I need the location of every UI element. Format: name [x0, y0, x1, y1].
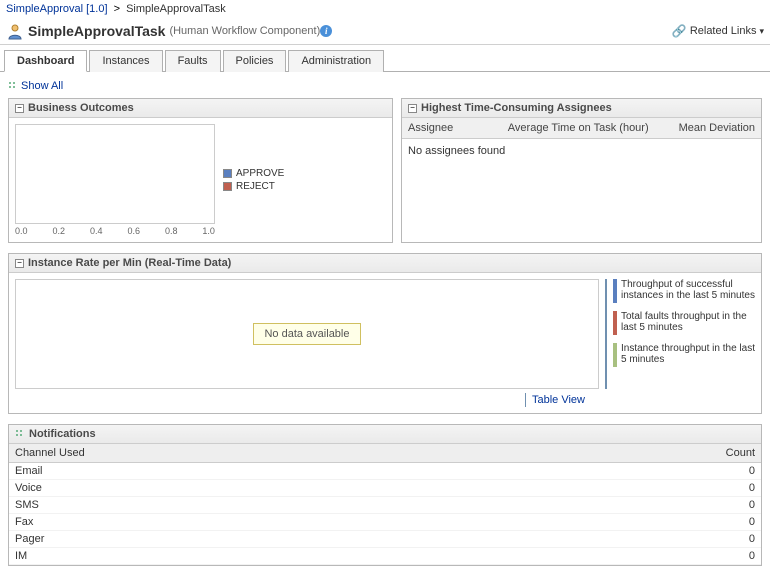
cell-channel: SMS	[9, 497, 508, 514]
page-header: SimpleApprovalTask (Human Workflow Compo…	[0, 18, 770, 45]
cell-count: 0	[508, 531, 761, 548]
breadcrumb-sep: >	[114, 3, 120, 15]
tab-dashboard[interactable]: Dashboard	[4, 50, 87, 72]
cell-channel: Fax	[9, 514, 508, 531]
cell-count: 0	[508, 463, 761, 480]
panel-title: Notifications	[29, 428, 96, 440]
panel-instance-rate: − Instance Rate per Min (Real-Time Data)…	[8, 253, 762, 414]
panel-title: Highest Time-Consuming Assignees	[421, 102, 612, 114]
breadcrumb: SimpleApproval [1.0] > SimpleApprovalTas…	[0, 0, 770, 18]
expand-icon[interactable]	[15, 429, 25, 439]
outcomes-chart	[15, 124, 215, 224]
table-row: IM0	[9, 548, 761, 565]
table-row: Fax0	[9, 514, 761, 531]
chain-icon: 🔗	[672, 24, 687, 38]
cell-channel: IM	[9, 548, 508, 565]
swatch-throughput	[613, 343, 617, 367]
cell-channel: Email	[9, 463, 508, 480]
page-title: SimpleApprovalTask	[28, 23, 165, 39]
cell-channel: Pager	[9, 531, 508, 548]
cell-count: 0	[508, 497, 761, 514]
table-row: Pager0	[9, 531, 761, 548]
panel-business-outcomes: − Business Outcomes 0.0 0.2 0.4 0.6 0.8 …	[8, 98, 393, 243]
breadcrumb-current: SimpleApprovalTask	[126, 3, 226, 15]
show-all-link[interactable]: Show All	[8, 80, 762, 92]
panel-title: Instance Rate per Min (Real-Time Data)	[28, 257, 231, 269]
expand-icon	[8, 81, 18, 91]
collapse-icon[interactable]: −	[408, 104, 417, 113]
table-row: SMS0	[9, 497, 761, 514]
col-mean-dev[interactable]: Mean Deviation	[655, 118, 761, 139]
col-channel[interactable]: Channel Used	[9, 444, 508, 463]
instance-legend: Throughput of successful instances in th…	[605, 279, 755, 389]
related-links[interactable]: 🔗 Related Links ▾	[672, 24, 764, 38]
panel-title: Business Outcomes	[28, 102, 134, 114]
table-row: Email0	[9, 463, 761, 480]
col-avg-time[interactable]: Average Time on Task (hour)	[471, 118, 655, 139]
tab-policies[interactable]: Policies	[223, 50, 287, 72]
collapse-icon[interactable]: −	[15, 104, 24, 113]
swatch-success	[613, 279, 617, 303]
instance-chart: No data available	[15, 279, 599, 389]
tab-faults[interactable]: Faults	[165, 50, 221, 72]
breadcrumb-parent[interactable]: SimpleApproval [1.0]	[6, 3, 108, 15]
table-row: Voice0	[9, 480, 761, 497]
notifications-table: Channel Used Count Email0Voice0SMS0Fax0P…	[9, 444, 761, 565]
outcomes-legend: APPROVE REJECT	[223, 124, 284, 236]
chevron-down-icon: ▾	[759, 26, 764, 37]
page-subtitle: (Human Workflow Component)	[169, 25, 320, 37]
collapse-icon[interactable]: −	[15, 259, 24, 268]
assignees-table: Assignee Average Time on Task (hour) Mea…	[402, 118, 761, 139]
workflow-icon	[6, 22, 24, 40]
separator	[525, 393, 526, 407]
cell-count: 0	[508, 514, 761, 531]
col-count[interactable]: Count	[508, 444, 761, 463]
tab-administration[interactable]: Administration	[288, 50, 384, 72]
swatch-reject	[223, 182, 232, 191]
tabs: Dashboard Instances Faults Policies Admi…	[0, 49, 770, 72]
swatch-faults	[613, 311, 617, 335]
table-view-link[interactable]: Table View	[532, 394, 585, 406]
col-assignee[interactable]: Assignee	[402, 118, 471, 139]
cell-channel: Voice	[9, 480, 508, 497]
tab-instances[interactable]: Instances	[89, 50, 162, 72]
swatch-approve	[223, 169, 232, 178]
cell-count: 0	[508, 480, 761, 497]
no-data-message: No data available	[253, 323, 360, 345]
chart-x-ticks: 0.0 0.2 0.4 0.6 0.8 1.0	[15, 224, 215, 236]
info-icon[interactable]: i	[320, 25, 332, 37]
assignees-empty: No assignees found	[402, 139, 761, 163]
panel-assignees: − Highest Time-Consuming Assignees Assig…	[401, 98, 762, 243]
cell-count: 0	[508, 548, 761, 565]
panel-notifications: Notifications Channel Used Count Email0V…	[8, 424, 762, 566]
